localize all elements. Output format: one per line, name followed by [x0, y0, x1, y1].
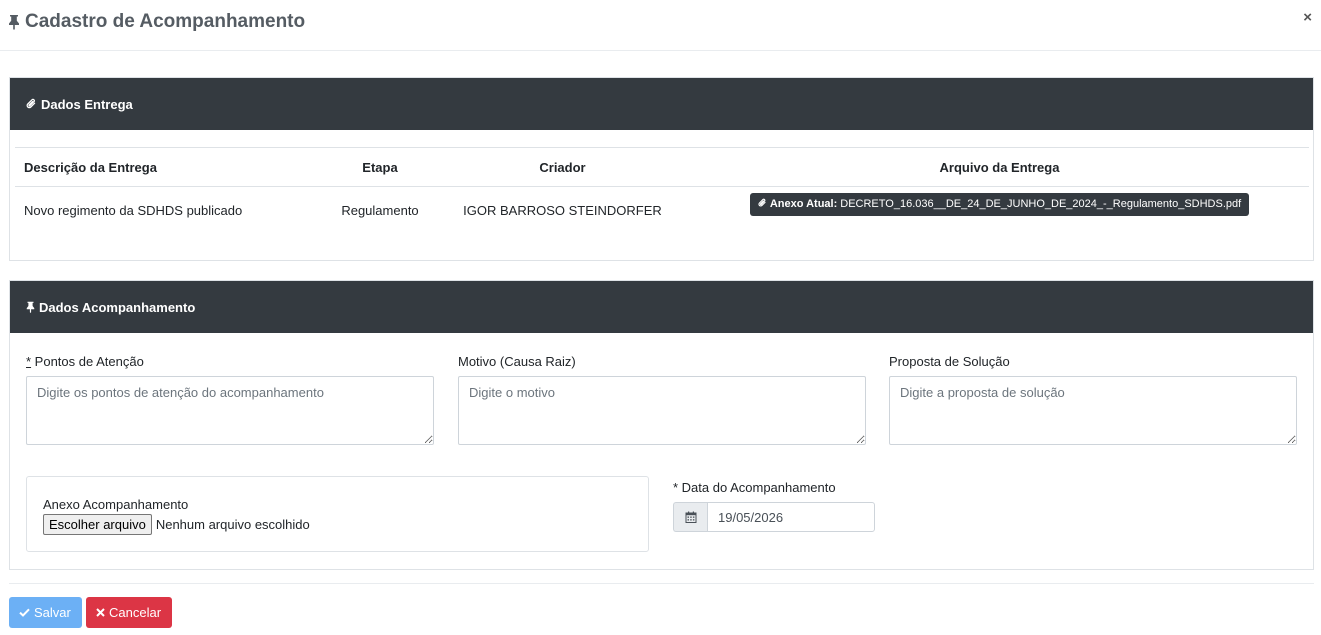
- date-input-group: [673, 502, 875, 532]
- file-status: Nenhum arquivo escolhido: [155, 517, 310, 532]
- save-button[interactable]: Salvar: [9, 597, 82, 628]
- modal-title: Cadastro de Acompanhamento: [8, 11, 305, 33]
- anexo-atual-badge[interactable]: Anexo Atual: DECRETO_16.036__DE_24_DE_JU…: [749, 192, 1250, 216]
- footer-divider: [9, 583, 1314, 584]
- dados-entrega-title: Dados Entrega: [41, 96, 133, 112]
- cancel-label: Cancelar: [109, 605, 162, 620]
- modal-header: Cadastro de Acompanhamento ×: [0, 0, 1321, 51]
- proposta-solucao-input[interactable]: [889, 376, 1297, 445]
- modal-title-text: Cadastro de Acompanhamento: [25, 11, 306, 32]
- choose-file-button[interactable]: Escolher arquivo: [43, 514, 152, 535]
- column-criador: Criador: [435, 147, 690, 187]
- cell-criador: IGOR BARROSO STEINDORFER: [463, 202, 662, 218]
- anexo-acompanhamento-label: Anexo Acompanhamento: [43, 497, 189, 512]
- cell-descricao: Novo regimento da SDHDS publicado: [24, 202, 243, 218]
- file-input: Escolher arquivo Nenhum arquivo escolhid…: [43, 514, 310, 535]
- thumbtack-icon: [26, 301, 35, 313]
- motivo-label: Motivo (Causa Raiz): [458, 354, 576, 369]
- dados-entrega-header: Dados Entrega: [10, 78, 1313, 130]
- anexo-acompanhamento-box: Anexo Acompanhamento Escolher arquivo Ne…: [26, 476, 649, 552]
- save-label: Salvar: [34, 605, 71, 620]
- paperclip-icon: [26, 98, 37, 110]
- thumbtack-icon: [8, 14, 20, 30]
- times-icon: [96, 605, 105, 620]
- dados-entrega-card: Dados Entrega Descrição da Entrega Etapa…: [9, 77, 1314, 261]
- check-icon: [19, 605, 30, 620]
- proposta-label: Proposta de Solução: [889, 354, 1010, 369]
- table-row: Novo regimento da SDHDS publicado Regula…: [15, 187, 1309, 234]
- pontos-label-text: Pontos de Atenção: [31, 354, 144, 369]
- column-descricao: Descrição da Entrega: [15, 147, 325, 187]
- cancel-button[interactable]: Cancelar: [86, 597, 172, 628]
- dados-acompanhamento-card: Dados Acompanhamento * Pontos de Atenção…: [9, 280, 1314, 570]
- column-etapa: Etapa: [325, 147, 435, 187]
- dados-acompanhamento-title: Dados Acompanhamento: [39, 299, 196, 315]
- data-acompanhamento-input[interactable]: [707, 502, 875, 532]
- paperclip-icon: [758, 198, 767, 211]
- entrega-table: Descrição da Entrega Etapa Criador Arqui…: [15, 147, 1309, 234]
- pontos-atencao-input[interactable]: [26, 376, 434, 445]
- table-header-row: Descrição da Entrega Etapa Criador Arqui…: [15, 147, 1309, 187]
- anexo-atual-file: DECRETO_16.036__DE_24_DE_JUNHO_DE_2024_-…: [840, 198, 1242, 211]
- cell-arquivo: Anexo Atual: DECRETO_16.036__DE_24_DE_JU…: [690, 187, 1309, 234]
- data-acompanhamento-label: * Data do Acompanhamento: [673, 480, 836, 495]
- anexo-atual-label: Anexo Atual:: [769, 198, 838, 211]
- motivo-input[interactable]: [458, 376, 866, 445]
- calendar-icon[interactable]: [673, 502, 707, 532]
- dados-acompanhamento-header: Dados Acompanhamento: [10, 281, 1313, 333]
- cell-etapa: Regulamento: [341, 202, 419, 218]
- pontos-label: * Pontos de Atenção: [26, 354, 144, 369]
- column-arquivo: Arquivo da Entrega: [690, 147, 1309, 187]
- close-button[interactable]: ×: [1303, 10, 1312, 25]
